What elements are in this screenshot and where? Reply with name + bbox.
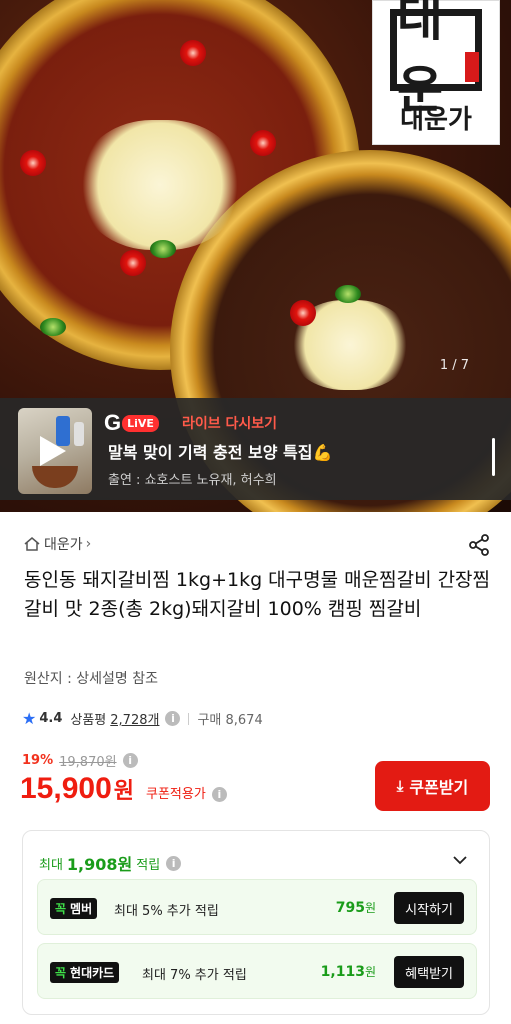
green-pepper-slice	[150, 240, 176, 258]
live-cast: 출연 : 쇼호스트 노유재, 허수희	[108, 473, 277, 488]
get-benefit-button[interactable]: 혜택받기	[394, 956, 464, 988]
brand-seal	[465, 52, 479, 82]
brand-mark: 꼭	[55, 966, 67, 980]
review-label[interactable]: 상품평	[70, 709, 106, 728]
reward-amount: 1,908원	[66, 855, 133, 874]
chili-slice	[120, 250, 146, 276]
badge-kind: 현대카드	[70, 966, 115, 980]
thumbnail-bowl	[32, 466, 78, 488]
info-icon[interactable]: i	[122, 753, 138, 768]
reward-box: 최대 1,908원 적립 i 꼭 멤버 최대 5% 추가 적립 795원 시작하…	[22, 830, 490, 1015]
reward-summary[interactable]: 최대 1,908원 적립 i	[39, 851, 182, 875]
badge-kind: 멤버	[70, 902, 93, 916]
chili-slice	[290, 300, 316, 326]
live-replay-banner[interactable]: G LiVE 라이브 다시보기 말복 맞이 기력 충전 보양 특집💪 출연 : …	[0, 398, 511, 500]
product-origin: 원산지 : 상세설명 참조	[24, 671, 158, 687]
live-banner-scrollbar	[492, 438, 495, 476]
star-icon: ★	[22, 709, 37, 728]
store-breadcrumb[interactable]: 대운가 ›	[24, 534, 91, 554]
live-title[interactable]: 말복 맞이 기력 충전 보양 특집💪	[108, 439, 332, 463]
green-pepper-slice	[40, 318, 66, 336]
live-badge: LiVE	[122, 414, 159, 432]
chevron-down-icon[interactable]	[451, 851, 469, 869]
original-price: 19,870원	[59, 755, 117, 770]
discount-rate: 19%	[22, 753, 54, 768]
points-value: 795	[335, 900, 365, 916]
rating-score: 4.4	[39, 711, 63, 726]
member-badge: 꼭 멤버	[50, 898, 98, 919]
reward-card-points: 1,113원	[321, 963, 376, 980]
reward-suffix: 적립	[136, 857, 161, 873]
muscle-emoji-icon: 💪	[312, 443, 333, 462]
glive-g-letter: G	[104, 410, 122, 435]
info-icon[interactable]: i	[211, 787, 227, 802]
original-price-row: 19% 19,870원 i	[22, 751, 138, 770]
glive-logo: G LiVE	[104, 410, 159, 436]
live-title-text: 말복 맞이 기력 충전 보양 특집	[108, 443, 313, 462]
reward-card-desc: 최대 7% 추가 적립	[142, 968, 247, 983]
live-replay-label[interactable]: 라이브 다시보기	[182, 413, 277, 433]
coupon-applied-label: 쿠폰적용가	[146, 787, 206, 802]
image-counter: 1 / 7	[439, 358, 469, 373]
reward-card-hyundai: 꼭 현대카드 최대 7% 추가 적립 1,113원 혜택받기	[37, 943, 477, 999]
coupon-download-button[interactable]: ⤓ 쿠폰받기	[375, 761, 490, 811]
store-name[interactable]: 대운가	[44, 534, 83, 554]
chili-slice	[180, 40, 206, 66]
reward-card-member: 꼭 멤버 최대 5% 추가 적립 795원 시작하기	[37, 879, 477, 935]
live-video-thumbnail[interactable]	[18, 408, 92, 494]
purchase-count: 구매 8,674	[197, 713, 263, 728]
play-icon[interactable]	[40, 436, 66, 466]
green-pepper-slice	[335, 285, 361, 303]
chili-slice	[250, 130, 276, 156]
brand-logo: 대운 대운가	[372, 0, 500, 145]
brand-mark: 꼭	[55, 902, 67, 916]
share-icon[interactable]	[467, 533, 491, 557]
current-price: 15,900	[20, 772, 112, 805]
chili-slice	[20, 150, 46, 176]
brand-logo-glyph: 대운	[397, 0, 443, 119]
chevron-right-icon: ›	[85, 536, 92, 552]
current-price-row: 15,900 원 쿠폰적용가 i	[20, 772, 227, 806]
review-count[interactable]: 2,728개	[110, 709, 159, 728]
divider	[188, 712, 190, 725]
download-icon: ⤓	[396, 777, 404, 795]
rating-row: ★ 4.4 상품평 2,728개 i 구매 8,674	[22, 709, 263, 728]
card-badge: 꼭 현대카드	[50, 962, 120, 983]
home-icon	[24, 537, 40, 551]
reward-card-points: 795원	[336, 899, 376, 916]
brand-logo-mark: 대운	[390, 0, 482, 119]
reward-prefix: 최대	[39, 857, 63, 873]
reward-card-desc: 최대 5% 추가 적립	[114, 904, 219, 919]
points-unit: 원	[364, 965, 376, 979]
garlic-topping	[80, 120, 240, 250]
start-membership-button[interactable]: 시작하기	[394, 892, 464, 924]
info-icon[interactable]: i	[166, 855, 182, 871]
thumbnail-bottle	[74, 422, 84, 446]
points-unit: 원	[364, 901, 376, 915]
price-unit: 원	[113, 779, 135, 804]
info-icon[interactable]: i	[165, 711, 181, 726]
points-value: 1,113	[320, 964, 365, 980]
product-title: 동인동 돼지갈비찜 1kg+1kg 대구명물 매운찜갈비 간장찜갈비 맛 2종(…	[24, 569, 491, 620]
coupon-button-label: 쿠폰받기	[409, 778, 469, 797]
